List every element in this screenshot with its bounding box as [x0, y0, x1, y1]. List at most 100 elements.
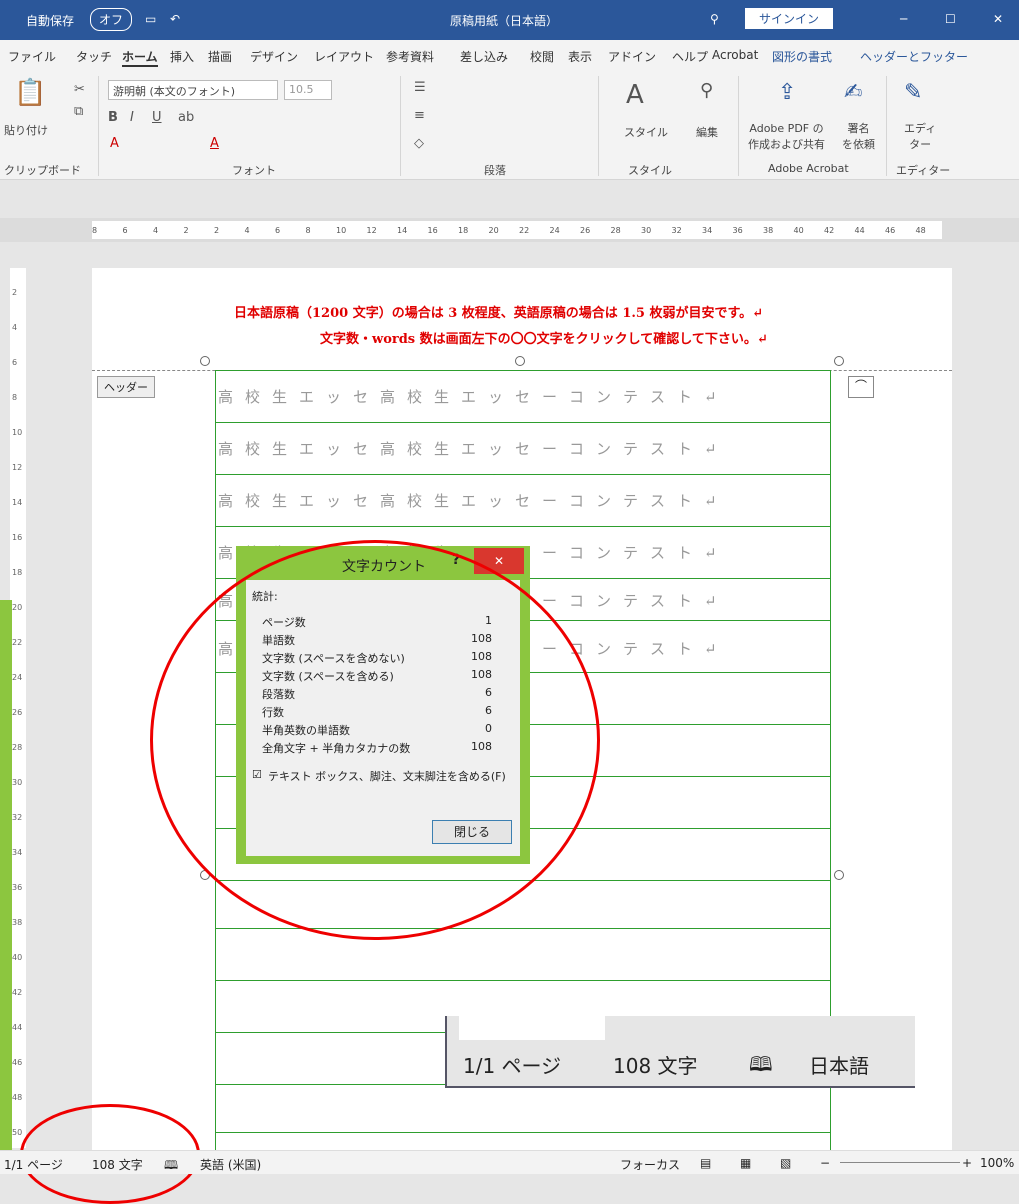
- ruler-tick-label: 24: [549, 226, 560, 235]
- language[interactable]: 英語 (米国): [200, 1156, 261, 1173]
- autosave-toggle[interactable]: オフ: [90, 8, 133, 31]
- ruler-tick-label: 8: [92, 226, 98, 235]
- bullets-icon[interactable]: ☰: [414, 80, 426, 95]
- shading-icon[interactable]: ◇: [414, 136, 424, 151]
- web-layout-icon[interactable]: ▧: [780, 1156, 791, 1170]
- resize-handle[interactable]: [515, 356, 525, 366]
- vruler-tick-label: 2: [12, 288, 18, 297]
- vertical-ruler[interactable]: 2 4 6 8 10 12 14 16 18 20 22 24 26 28 30 32 34 36 38 40 42 44…: [10, 268, 26, 1148]
- vruler-tick-label: 34: [12, 848, 23, 857]
- search-icon[interactable]: ⚲: [710, 12, 719, 26]
- find-icon[interactable]: ⚲: [700, 80, 713, 101]
- styles-label[interactable]: スタイル: [624, 124, 668, 140]
- vruler-tick-label: 24: [12, 673, 23, 682]
- ruler-tick-label: 34: [702, 226, 713, 235]
- tab-help[interactable]: ヘルプ: [672, 48, 708, 65]
- signature-icon[interactable]: ✍: [844, 80, 862, 105]
- ruler-tick-label: 46: [885, 226, 896, 235]
- minimize-icon[interactable]: ─: [900, 12, 907, 26]
- header-tag: ヘッダー: [97, 376, 155, 398]
- grid-line: [215, 422, 830, 423]
- divider: [886, 76, 887, 176]
- edit-label[interactable]: 編集: [696, 124, 718, 140]
- ruler-tick-label: 42: [824, 226, 835, 235]
- tab-file[interactable]: ファイル: [8, 48, 56, 65]
- ruler-tick-label: 6: [122, 226, 128, 235]
- font-size-select[interactable]: 10.5: [284, 80, 332, 100]
- undo-icon[interactable]: ↶: [170, 12, 180, 26]
- tab-design[interactable]: デザイン: [250, 48, 298, 65]
- bold-icon[interactable]: B: [108, 110, 118, 125]
- divider: [98, 76, 99, 176]
- group-font: フォント: [232, 164, 276, 177]
- group-styles: スタイル: [628, 164, 672, 177]
- vruler-tick-label: 38: [12, 918, 23, 927]
- tab-draw[interactable]: 描画: [208, 48, 232, 65]
- strikethrough-icon[interactable]: ab: [178, 110, 194, 125]
- vruler-tick-label: 10: [12, 428, 23, 437]
- horizontal-ruler[interactable]: 8 6 4 2 2 4 6 8 10 12 14 16 18 20 22 24 26 28 30 32 34 36 38 40…: [0, 218, 1019, 242]
- editor-icon[interactable]: ✎: [904, 80, 922, 105]
- tab-acrobat[interactable]: Acrobat: [712, 48, 758, 62]
- italic-icon[interactable]: I: [130, 110, 134, 125]
- styles-icon[interactable]: A: [626, 80, 644, 110]
- tab-addins[interactable]: アドイン: [608, 48, 656, 65]
- zoom-level[interactable]: 100%: [980, 1156, 1014, 1170]
- word-count[interactable]: 108 文字: [92, 1156, 143, 1173]
- tab-shape-format[interactable]: 図形の書式: [772, 48, 832, 65]
- paste-label[interactable]: 貼り付け: [4, 122, 48, 138]
- grid-line: [215, 474, 830, 475]
- copy-icon[interactable]: ⧉: [74, 104, 83, 119]
- cut-icon[interactable]: ✂: [74, 82, 85, 97]
- close-icon[interactable]: ✕: [993, 12, 1003, 26]
- resize-handle[interactable]: [200, 356, 210, 366]
- underline-icon[interactable]: U: [152, 110, 162, 125]
- inset-proofing-icon: 🕮: [749, 1052, 773, 1076]
- inset-page-area: [459, 1016, 605, 1040]
- align-left-icon[interactable]: ≡: [414, 108, 425, 123]
- ruler-tick-label: 16: [427, 226, 438, 235]
- signin-button[interactable]: サインイン: [745, 8, 834, 29]
- zoom-slider[interactable]: [840, 1162, 960, 1163]
- ruler-tick-label: 4: [244, 226, 250, 235]
- zoom-in-icon[interactable]: +: [962, 1156, 972, 1170]
- tab-header-footer[interactable]: ヘッダーとフッター: [860, 48, 968, 65]
- maximize-icon[interactable]: ☐: [945, 12, 956, 26]
- tab-review[interactable]: 校閲: [530, 48, 554, 65]
- paste-icon[interactable]: 📋: [14, 78, 46, 108]
- resize-handle[interactable]: [834, 870, 844, 880]
- ruler-tick-label: 40: [793, 226, 804, 235]
- tab-references[interactable]: 参考資料: [386, 48, 434, 65]
- group-acrobat: Adobe Acrobat: [768, 162, 849, 175]
- tab-home[interactable]: ホーム: [122, 48, 158, 67]
- text-color-icon[interactable]: A: [210, 136, 219, 151]
- tab-insert[interactable]: 挿入: [170, 48, 194, 65]
- vruler-tick-label: 40: [12, 953, 23, 962]
- font-name-select[interactable]: 游明朝 (本文のフォント): [108, 80, 278, 100]
- zoom-out-icon[interactable]: −: [820, 1156, 830, 1170]
- group-paragraph: 段落: [484, 164, 506, 177]
- tab-mailings[interactable]: 差し込み: [460, 48, 508, 65]
- instruction-line-1: 日本語原稿（1200 文字）の場合は 3 枚程度、英語原稿の場合は 1.5 枚弱…: [234, 306, 764, 321]
- vruler-tick-label: 12: [12, 463, 23, 472]
- adobe-pdf-label[interactable]: Adobe PDF の 作成および共有: [748, 120, 825, 152]
- pdf-share-icon[interactable]: ⇪: [778, 80, 796, 105]
- editor-label[interactable]: エディ ター: [904, 120, 936, 152]
- sign-label[interactable]: 署名 を依頼: [842, 120, 875, 152]
- save-icon[interactable]: ▭: [145, 12, 156, 26]
- tab-touch[interactable]: タッチ: [76, 48, 112, 65]
- resize-handle[interactable]: [834, 356, 844, 366]
- vruler-tick-label: 18: [12, 568, 23, 577]
- tab-layout[interactable]: レイアウト: [314, 48, 374, 65]
- focus-mode[interactable]: フォーカス: [620, 1156, 680, 1173]
- ruler-tick-label: 22: [519, 226, 530, 235]
- page-count[interactable]: 1/1 ページ: [4, 1156, 63, 1173]
- vruler-tick-label: 42: [12, 988, 23, 997]
- print-layout-icon[interactable]: ▦: [740, 1156, 751, 1170]
- tab-view[interactable]: 表示: [568, 48, 592, 65]
- read-mode-icon[interactable]: ▤: [700, 1156, 711, 1170]
- autosave-label: 自動保存: [26, 14, 75, 28]
- ruler-tick-label: 10: [336, 226, 347, 235]
- layout-options-icon[interactable]: ⌒: [848, 376, 874, 398]
- font-color-icon[interactable]: A: [110, 136, 119, 151]
